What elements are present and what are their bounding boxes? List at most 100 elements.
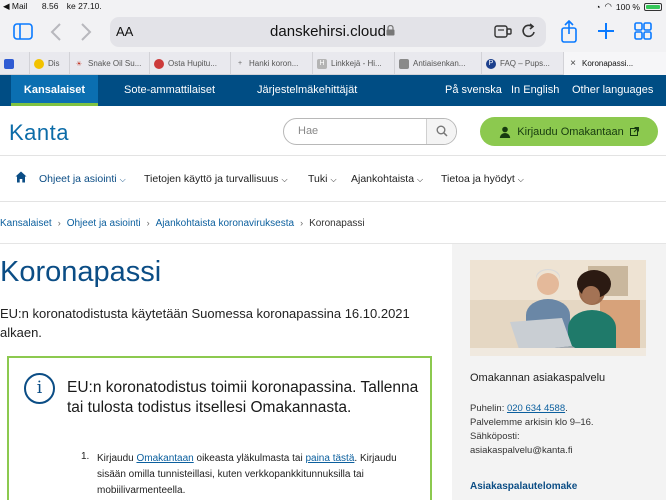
tab-strip: Dis ☀ Snake Oil Su... Osta Hupitu... + Han… bbox=[0, 52, 666, 75]
signal-icon: ◔ bbox=[595, 1, 601, 12]
audience-tab-kansalaiset[interactable]: Kansalaiset bbox=[11, 75, 98, 106]
chevron-right-icon: › bbox=[146, 218, 150, 228]
reload-icon[interactable] bbox=[521, 22, 537, 45]
clock: 8.56 bbox=[41, 1, 59, 11]
chevron-down-icon: ⌵ bbox=[417, 175, 424, 184]
wifi-icon: ◠ bbox=[604, 1, 612, 11]
lang-english-link[interactable]: In English bbox=[511, 75, 559, 106]
breadcrumb-link[interactable]: Kansalaiset bbox=[0, 218, 52, 229]
tab-favicon bbox=[399, 58, 409, 69]
tab-label: Osta Hupitu... bbox=[168, 59, 217, 68]
step-number: 1. bbox=[81, 451, 90, 462]
info-heading: EU:n koronatodistus toimii koronapassina… bbox=[67, 379, 419, 416]
forward-icon[interactable] bbox=[80, 22, 92, 45]
extension-icon[interactable] bbox=[494, 23, 512, 43]
customer-service-panel: Omakannan asiakaspalvelu Puhelin: 020 63… bbox=[452, 244, 666, 500]
battery-percent: 100 % bbox=[615, 1, 640, 12]
breadcrumb-link[interactable]: Ajankohtaista koronaviruksesta bbox=[156, 218, 294, 229]
customer-service-details: Puhelin: 020 634 4588. Palvelemme arkisi… bbox=[470, 402, 660, 458]
omakanta-link[interactable]: Omakantaan bbox=[136, 453, 193, 464]
browser-tab[interactable]: H Linkkejä - Hi... bbox=[313, 52, 395, 75]
breadcrumb: Kansalaiset › Ohjeet ja asiointi › Ajankohta… bbox=[0, 218, 365, 229]
nav-tietoa-hyodyt[interactable]: Tietoa ja hyödyt ⌵ bbox=[441, 173, 524, 185]
new-tab-icon[interactable] bbox=[597, 22, 615, 43]
chevron-down-icon: ⌵ bbox=[330, 175, 337, 184]
tab-label: Linkkejä - Hi... bbox=[331, 59, 382, 68]
audience-tab-sote[interactable]: Sote-ammattilaiset bbox=[124, 75, 215, 106]
tab-label: Dis bbox=[48, 59, 60, 68]
lang-other-link[interactable]: Other languages bbox=[572, 75, 653, 106]
search-placeholder: Hae bbox=[298, 125, 319, 137]
feedback-form-link[interactable]: Asiakaspalautelomake bbox=[470, 481, 577, 492]
tab-favicon bbox=[4, 58, 14, 69]
address-bar[interactable]: AA danskehirsi.cloud bbox=[110, 17, 546, 47]
back-to-app-label[interactable]: ◀ Mail bbox=[3, 1, 34, 11]
chevron-right-icon: › bbox=[57, 218, 61, 228]
breadcrumb-current: Koronapassi bbox=[309, 218, 365, 229]
search-input[interactable]: Hae bbox=[283, 118, 457, 145]
login-label: Kirjaudu Omakantaan bbox=[517, 125, 624, 138]
tab-close-icon[interactable]: × bbox=[568, 58, 578, 69]
battery-icon bbox=[644, 2, 662, 11]
step-text: Kirjaudu Omakantaan oikeasta yläkulmasta… bbox=[97, 453, 397, 496]
chevron-down-icon: ⌵ bbox=[119, 175, 126, 184]
email-text[interactable]: asiakaspalvelu@kanta.fi bbox=[470, 444, 660, 458]
home-icon[interactable] bbox=[15, 171, 27, 186]
tab-favicon: H bbox=[317, 58, 327, 69]
external-link-icon bbox=[629, 127, 639, 136]
browser-tab[interactable]: Antiaisenkan... bbox=[395, 52, 482, 75]
chevron-right-icon: › bbox=[300, 218, 304, 228]
share-icon[interactable] bbox=[560, 19, 578, 47]
search-button[interactable] bbox=[426, 119, 456, 144]
url-text[interactable]: danskehirsi.cloud bbox=[110, 23, 546, 40]
chevron-down-icon: ⌵ bbox=[517, 175, 524, 184]
nav-tietojen-kaytto[interactable]: Tietojen käyttö ja turvallisuus ⌵ bbox=[144, 173, 288, 185]
press-here-link[interactable]: paina tästä bbox=[305, 453, 354, 464]
browser-toolbar: AA danskehirsi.cloud bbox=[0, 12, 666, 52]
tab-label: Snake Oil Su... bbox=[88, 59, 142, 68]
browser-tab[interactable]: ☀ Snake Oil Su... bbox=[70, 52, 150, 75]
customer-service-photo bbox=[470, 260, 646, 356]
lang-swedish-link[interactable]: På svenska bbox=[445, 75, 502, 106]
customer-service-title: Omakannan asiakaspalvelu bbox=[470, 372, 606, 384]
tab-label: FAQ – Pups... bbox=[500, 59, 550, 68]
carrier-label: Mail bbox=[11, 1, 28, 11]
tab-favicon: P bbox=[486, 58, 496, 69]
login-button[interactable]: Kirjaudu Omakantaan bbox=[480, 117, 658, 146]
tab-overview-icon[interactable] bbox=[634, 22, 652, 43]
tab-label: Antiaisenkan... bbox=[413, 59, 466, 68]
breadcrumb-link[interactable]: Ohjeet ja asiointi bbox=[67, 218, 141, 229]
tab-favicon: ☀ bbox=[75, 60, 83, 68]
audience-nav: Kansalaiset Sote-ammattilaiset Järjestel… bbox=[0, 75, 666, 106]
nav-ohjeet[interactable]: Ohjeet ja asiointi ⌵ bbox=[39, 173, 126, 185]
info-icon: i bbox=[24, 373, 55, 404]
browser-tab-active[interactable]: × Koronapassi... bbox=[564, 52, 666, 75]
nav-ajankohtaista[interactable]: Ajankohtaista ⌵ bbox=[351, 173, 423, 185]
tab-favicon: + bbox=[237, 60, 243, 67]
main-nav: Ohjeet ja asiointi ⌵ Tietojen käyttö ja t… bbox=[0, 157, 666, 202]
sidebar-toggle-icon[interactable] bbox=[13, 23, 33, 43]
back-icon[interactable] bbox=[50, 22, 62, 45]
status-bar: ◀ Mail 8.56 ke 27.10. ◔ ◠ 100 % bbox=[0, 0, 666, 12]
intro-text: EU:n koronatodistusta käytetään Suomessa… bbox=[0, 306, 410, 340]
browser-tab[interactable]: Dis bbox=[30, 52, 70, 75]
phone-link[interactable]: 020 634 4588 bbox=[507, 403, 565, 414]
nav-tuki[interactable]: Tuki ⌵ bbox=[308, 173, 337, 185]
tab-favicon bbox=[34, 58, 44, 69]
tab-label: Koronapassi... bbox=[582, 59, 634, 68]
browser-tab[interactable]: P FAQ – Pups... bbox=[482, 52, 564, 75]
browser-tab[interactable]: + Hanki koron... bbox=[231, 52, 313, 75]
browser-tab[interactable]: Osta Hupitu... bbox=[150, 52, 231, 75]
date: ke 27.10. bbox=[66, 1, 102, 11]
page-title: Koronapassi bbox=[0, 256, 162, 288]
tab-label: Hanki koron... bbox=[249, 59, 299, 68]
chevron-down-icon: ⌵ bbox=[281, 175, 288, 184]
search-icon bbox=[436, 125, 448, 137]
info-box: i EU:n koronatodistus toimii koronapassi… bbox=[7, 356, 432, 500]
browser-tab[interactable] bbox=[0, 52, 30, 75]
audience-tab-kehittajat[interactable]: Järjestelmäkehittäjät bbox=[257, 75, 357, 106]
lock-icon bbox=[386, 24, 395, 39]
site-header: Kanta Hae Kirjaudu Omakantaan bbox=[0, 106, 666, 156]
kanta-logo[interactable]: Kanta bbox=[9, 120, 69, 146]
user-icon bbox=[500, 126, 511, 138]
